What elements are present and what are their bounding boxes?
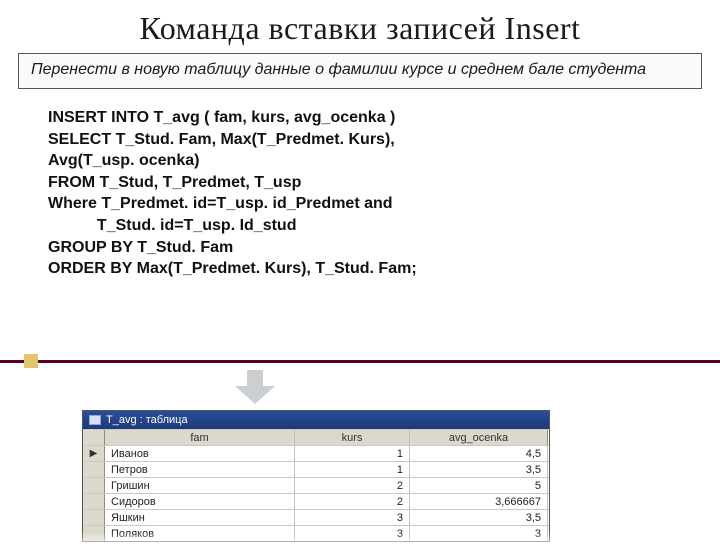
- decor-square: [24, 354, 38, 368]
- cell-kurs[interactable]: 1: [295, 446, 410, 461]
- cell-fam[interactable]: Иванов: [105, 446, 295, 461]
- row-selector[interactable]: [83, 462, 105, 477]
- decor-divider: [0, 360, 720, 363]
- result-table-titlebar: T_avg : таблица: [83, 411, 549, 429]
- cell-kurs[interactable]: 1: [295, 462, 410, 477]
- datasheet-icon: [89, 415, 101, 425]
- result-table: fam kurs avg_ocenka ▶ Иванов 1 4,5 Петро…: [83, 429, 549, 541]
- table-row[interactable]: Гришин 2 5: [83, 477, 549, 493]
- cell-avg[interactable]: 3,666667: [410, 494, 548, 509]
- cell-avg[interactable]: 3: [410, 526, 548, 541]
- result-table-title: T_avg : таблица: [106, 414, 188, 426]
- row-selector[interactable]: [83, 526, 105, 541]
- row-selector[interactable]: [83, 478, 105, 493]
- cell-fam[interactable]: Поляков: [105, 526, 295, 541]
- column-header-fam[interactable]: fam: [105, 430, 295, 445]
- table-row[interactable]: Сидоров 2 3,666667: [83, 493, 549, 509]
- column-header-avg[interactable]: avg_ocenka: [410, 430, 548, 445]
- column-header-kurs[interactable]: kurs: [295, 430, 410, 445]
- cell-fam[interactable]: Яшкин: [105, 510, 295, 525]
- page-title: Команда вставки записей Insert: [0, 10, 720, 47]
- row-selector-header: [83, 430, 105, 445]
- cell-kurs[interactable]: 2: [295, 494, 410, 509]
- cell-avg[interactable]: 3,5: [410, 462, 548, 477]
- down-arrow-icon: [235, 370, 275, 405]
- table-row[interactable]: Поляков 3 3: [83, 525, 549, 541]
- table-row[interactable]: ▶ Иванов 1 4,5: [83, 445, 549, 461]
- cell-avg[interactable]: 3,5: [410, 510, 548, 525]
- result-table-window: T_avg : таблица fam kurs avg_ocenka ▶ Ив…: [82, 410, 550, 542]
- cell-avg[interactable]: 4,5: [410, 446, 548, 461]
- table-row[interactable]: Яшкин 3 3,5: [83, 509, 549, 525]
- sql-code: INSERT INTO T_avg ( fam, kurs, avg_ocenk…: [48, 107, 720, 280]
- cell-kurs[interactable]: 3: [295, 526, 410, 541]
- cell-kurs[interactable]: 2: [295, 478, 410, 493]
- table-header-row: fam kurs avg_ocenka: [83, 429, 549, 445]
- cell-fam[interactable]: Сидоров: [105, 494, 295, 509]
- cell-fam[interactable]: Петров: [105, 462, 295, 477]
- row-selector[interactable]: [83, 494, 105, 509]
- cell-kurs[interactable]: 3: [295, 510, 410, 525]
- task-description: Перенести в новую таблицу данные о фамил…: [18, 53, 702, 89]
- cell-fam[interactable]: Гришин: [105, 478, 295, 493]
- row-selector-current[interactable]: ▶: [83, 446, 105, 461]
- table-row[interactable]: Петров 1 3,5: [83, 461, 549, 477]
- cell-avg[interactable]: 5: [410, 478, 548, 493]
- row-selector[interactable]: [83, 510, 105, 525]
